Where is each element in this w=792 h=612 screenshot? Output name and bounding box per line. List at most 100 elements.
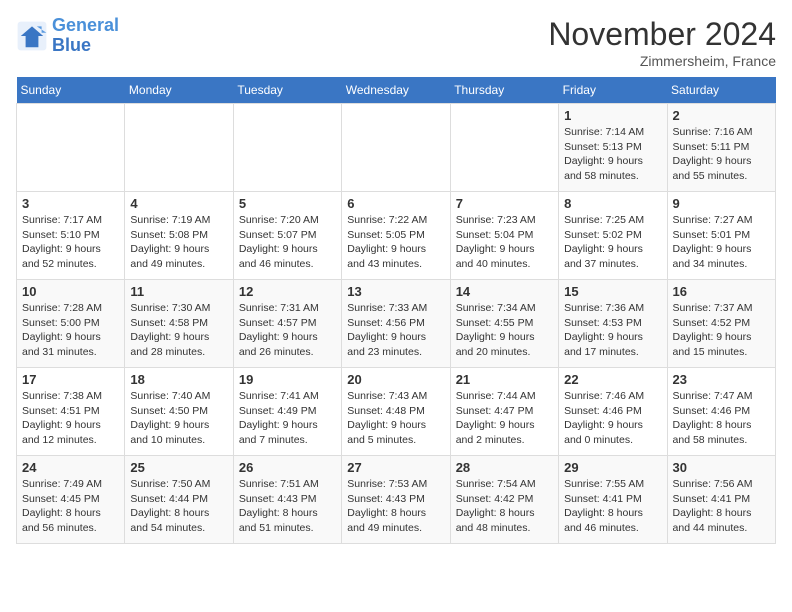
calendar-week-5: 24Sunrise: 7:49 AM Sunset: 4:45 PM Dayli… xyxy=(17,456,776,544)
logo: General Blue xyxy=(16,16,119,56)
logo-general: General xyxy=(52,15,119,35)
day-info: Sunrise: 7:47 AM Sunset: 4:46 PM Dayligh… xyxy=(673,389,770,448)
day-header-monday: Monday xyxy=(125,77,233,104)
day-number: 30 xyxy=(673,460,770,475)
day-header-saturday: Saturday xyxy=(667,77,775,104)
day-number: 1 xyxy=(564,108,661,123)
calendar-cell: 3Sunrise: 7:17 AM Sunset: 5:10 PM Daylig… xyxy=(17,192,125,280)
calendar-cell: 4Sunrise: 7:19 AM Sunset: 5:08 PM Daylig… xyxy=(125,192,233,280)
day-info: Sunrise: 7:56 AM Sunset: 4:41 PM Dayligh… xyxy=(673,477,770,536)
title-area: November 2024 Zimmersheim, France xyxy=(548,16,776,69)
day-number: 23 xyxy=(673,372,770,387)
day-number: 13 xyxy=(347,284,444,299)
day-number: 6 xyxy=(347,196,444,211)
calendar-table: SundayMondayTuesdayWednesdayThursdayFrid… xyxy=(16,77,776,544)
calendar-cell: 10 Sunrise: 7:28 AM Sunset: 5:00 PM Dayli… xyxy=(17,280,125,368)
day-number: 10 xyxy=(22,284,119,299)
day-info: Sunrise: 7:37 AM Sunset: 4:52 PM Dayligh… xyxy=(673,301,770,360)
calendar-cell xyxy=(342,104,450,192)
calendar-cell: 16 Sunrise: 7:37 AM Sunset: 4:52 PM Dayli… xyxy=(667,280,775,368)
calendar-cell: 18 Sunrise: 7:40 AM Sunset: 4:50 PM Dayli… xyxy=(125,368,233,456)
calendar-cell: 29Sunrise: 7:55 AM Sunset: 4:41 PM Dayli… xyxy=(559,456,667,544)
calendar-cell xyxy=(233,104,341,192)
day-number: 21 xyxy=(456,372,553,387)
day-number: 22 xyxy=(564,372,661,387)
logo-blue: Blue xyxy=(52,35,91,55)
calendar-week-4: 17 Sunrise: 7:38 AM Sunset: 4:51 PM Dayli… xyxy=(17,368,776,456)
day-number: 18 xyxy=(130,372,227,387)
day-info: Sunrise: 7:16 AM Sunset: 5:11 PM Dayligh… xyxy=(673,125,770,184)
calendar-week-2: 3Sunrise: 7:17 AM Sunset: 5:10 PM Daylig… xyxy=(17,192,776,280)
day-number: 11 xyxy=(130,284,227,299)
day-info: Sunrise: 7:19 AM Sunset: 5:08 PM Dayligh… xyxy=(130,213,227,272)
calendar-cell: 7 Sunrise: 7:23 AM Sunset: 5:04 PM Daylig… xyxy=(450,192,558,280)
day-number: 28 xyxy=(456,460,553,475)
calendar-cell: 27 Sunrise: 7:53 AM Sunset: 4:43 PM Dayli… xyxy=(342,456,450,544)
calendar-cell: 28 Sunrise: 7:54 AM Sunset: 4:42 PM Dayli… xyxy=(450,456,558,544)
day-info: Sunrise: 7:51 AM Sunset: 4:43 PM Dayligh… xyxy=(239,477,336,536)
calendar-cell xyxy=(125,104,233,192)
calendar-week-3: 10 Sunrise: 7:28 AM Sunset: 5:00 PM Dayli… xyxy=(17,280,776,368)
calendar-header-row: SundayMondayTuesdayWednesdayThursdayFrid… xyxy=(17,77,776,104)
calendar-cell: 17 Sunrise: 7:38 AM Sunset: 4:51 PM Dayli… xyxy=(17,368,125,456)
calendar-cell: 2 Sunrise: 7:16 AM Sunset: 5:11 PM Daylig… xyxy=(667,104,775,192)
day-info: Sunrise: 7:20 AM Sunset: 5:07 PM Dayligh… xyxy=(239,213,336,272)
logo-text: General Blue xyxy=(52,16,119,56)
day-info: Sunrise: 7:54 AM Sunset: 4:42 PM Dayligh… xyxy=(456,477,553,536)
day-info: Sunrise: 7:17 AM Sunset: 5:10 PM Dayligh… xyxy=(22,213,119,272)
calendar-cell: 14 Sunrise: 7:34 AM Sunset: 4:55 PM Dayli… xyxy=(450,280,558,368)
calendar-week-1: 1Sunrise: 7:14 AM Sunset: 5:13 PM Daylig… xyxy=(17,104,776,192)
calendar-cell: 21Sunrise: 7:44 AM Sunset: 4:47 PM Dayli… xyxy=(450,368,558,456)
day-info: Sunrise: 7:53 AM Sunset: 4:43 PM Dayligh… xyxy=(347,477,444,536)
calendar-body: 1Sunrise: 7:14 AM Sunset: 5:13 PM Daylig… xyxy=(17,104,776,544)
day-number: 7 xyxy=(456,196,553,211)
day-info: Sunrise: 7:22 AM Sunset: 5:05 PM Dayligh… xyxy=(347,213,444,272)
day-number: 16 xyxy=(673,284,770,299)
day-info: Sunrise: 7:40 AM Sunset: 4:50 PM Dayligh… xyxy=(130,389,227,448)
day-number: 14 xyxy=(456,284,553,299)
calendar-cell: 19 Sunrise: 7:41 AM Sunset: 4:49 PM Dayli… xyxy=(233,368,341,456)
calendar-cell: 11Sunrise: 7:30 AM Sunset: 4:58 PM Dayli… xyxy=(125,280,233,368)
day-header-friday: Friday xyxy=(559,77,667,104)
day-number: 27 xyxy=(347,460,444,475)
day-number: 5 xyxy=(239,196,336,211)
day-info: Sunrise: 7:28 AM Sunset: 5:00 PM Dayligh… xyxy=(22,301,119,360)
day-info: Sunrise: 7:27 AM Sunset: 5:01 PM Dayligh… xyxy=(673,213,770,272)
calendar-cell: 15Sunrise: 7:36 AM Sunset: 4:53 PM Dayli… xyxy=(559,280,667,368)
calendar-cell: 22Sunrise: 7:46 AM Sunset: 4:46 PM Dayli… xyxy=(559,368,667,456)
day-info: Sunrise: 7:33 AM Sunset: 4:56 PM Dayligh… xyxy=(347,301,444,360)
day-info: Sunrise: 7:41 AM Sunset: 4:49 PM Dayligh… xyxy=(239,389,336,448)
day-info: Sunrise: 7:50 AM Sunset: 4:44 PM Dayligh… xyxy=(130,477,227,536)
logo-icon xyxy=(16,20,48,52)
day-info: Sunrise: 7:34 AM Sunset: 4:55 PM Dayligh… xyxy=(456,301,553,360)
calendar-cell: 6 Sunrise: 7:22 AM Sunset: 5:05 PM Daylig… xyxy=(342,192,450,280)
day-number: 26 xyxy=(239,460,336,475)
calendar-cell: 8Sunrise: 7:25 AM Sunset: 5:02 PM Daylig… xyxy=(559,192,667,280)
day-info: Sunrise: 7:55 AM Sunset: 4:41 PM Dayligh… xyxy=(564,477,661,536)
calendar-cell: 20Sunrise: 7:43 AM Sunset: 4:48 PM Dayli… xyxy=(342,368,450,456)
calendar-cell: 9Sunrise: 7:27 AM Sunset: 5:01 PM Daylig… xyxy=(667,192,775,280)
day-number: 2 xyxy=(673,108,770,123)
day-info: Sunrise: 7:36 AM Sunset: 4:53 PM Dayligh… xyxy=(564,301,661,360)
calendar-cell: 12Sunrise: 7:31 AM Sunset: 4:57 PM Dayli… xyxy=(233,280,341,368)
day-header-wednesday: Wednesday xyxy=(342,77,450,104)
day-info: Sunrise: 7:23 AM Sunset: 5:04 PM Dayligh… xyxy=(456,213,553,272)
day-number: 20 xyxy=(347,372,444,387)
day-number: 17 xyxy=(22,372,119,387)
day-number: 24 xyxy=(22,460,119,475)
day-number: 8 xyxy=(564,196,661,211)
day-number: 19 xyxy=(239,372,336,387)
day-header-tuesday: Tuesday xyxy=(233,77,341,104)
calendar-cell: 13 Sunrise: 7:33 AM Sunset: 4:56 PM Dayli… xyxy=(342,280,450,368)
day-info: Sunrise: 7:38 AM Sunset: 4:51 PM Dayligh… xyxy=(22,389,119,448)
header: General Blue November 2024 Zimmersheim, … xyxy=(16,16,776,69)
calendar-cell: 1Sunrise: 7:14 AM Sunset: 5:13 PM Daylig… xyxy=(559,104,667,192)
calendar-cell: 23 Sunrise: 7:47 AM Sunset: 4:46 PM Dayli… xyxy=(667,368,775,456)
calendar-cell: 30 Sunrise: 7:56 AM Sunset: 4:41 PM Dayli… xyxy=(667,456,775,544)
day-number: 12 xyxy=(239,284,336,299)
calendar-cell: 25Sunrise: 7:50 AM Sunset: 4:44 PM Dayli… xyxy=(125,456,233,544)
calendar-cell xyxy=(450,104,558,192)
month-title: November 2024 xyxy=(548,16,776,53)
calendar-cell xyxy=(17,104,125,192)
location: Zimmersheim, France xyxy=(548,53,776,69)
